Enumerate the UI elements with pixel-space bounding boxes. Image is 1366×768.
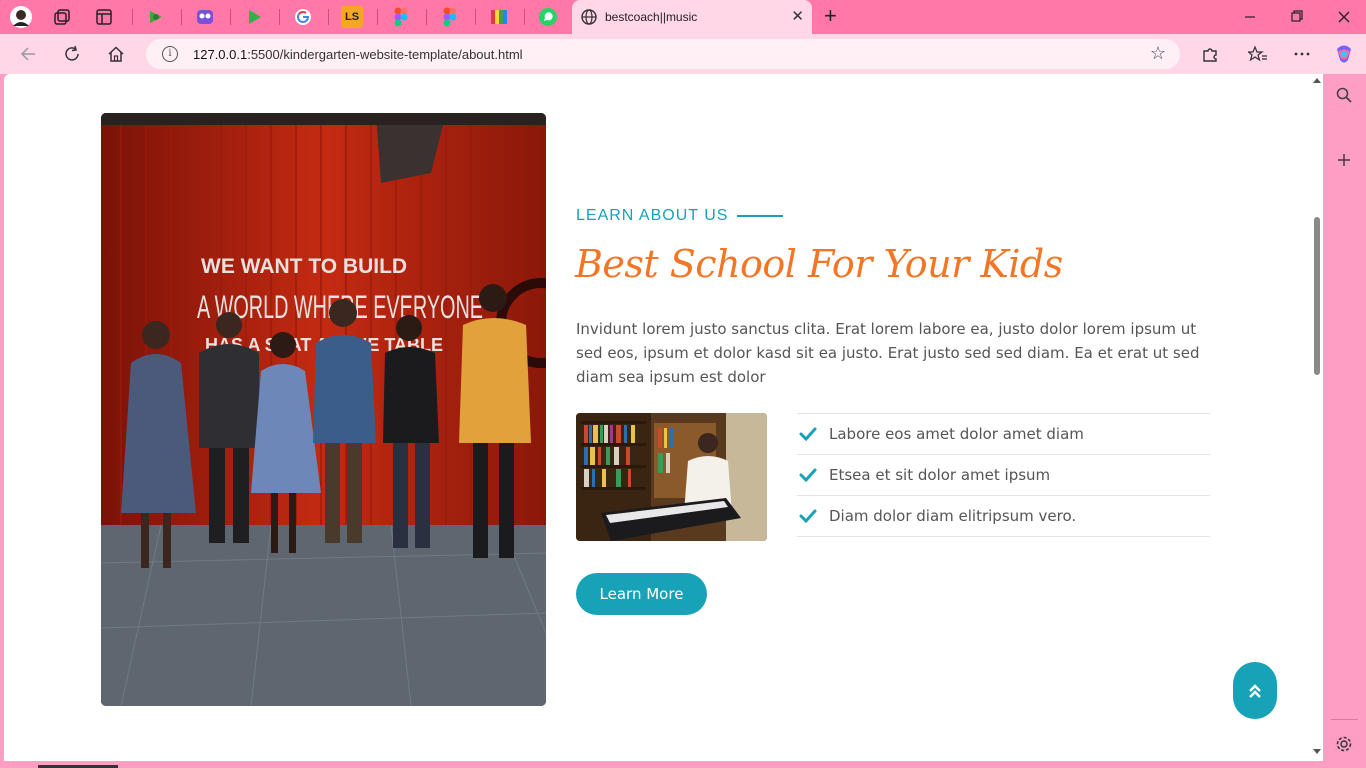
section-tag-text: LEARN ABOUT US [576, 207, 729, 224]
workspaces-icon[interactable] [51, 6, 73, 28]
section-tag-line [737, 215, 784, 217]
address-bar[interactable]: i 127.0.0.1:5500/kindergarten-website-te… [146, 39, 1180, 69]
page-scrollbar[interactable] [1310, 74, 1323, 761]
tab-separator [377, 9, 378, 25]
feature-checklist: Labore eos amet dolor amet diam Etsea et… [797, 413, 1210, 537]
list-item-text: Diam dolor diam elitripsum vero. [829, 507, 1077, 525]
more-options-icon[interactable] [1290, 42, 1314, 66]
favorites-icon[interactable] [1246, 42, 1270, 66]
piano-photo [576, 413, 767, 541]
stripes-icon[interactable] [488, 6, 510, 28]
tab-separator [426, 9, 427, 25]
minimize-icon[interactable] [1244, 8, 1256, 30]
close-tab-icon[interactable]: ✕ [791, 8, 804, 26]
double-chevron-up-icon [1249, 683, 1261, 698]
url-host: 127.0.0.1 [193, 47, 248, 62]
back-to-top-button[interactable] [1233, 662, 1277, 719]
tab-strip: LS bestcoach||music ✕ + [0, 0, 1366, 34]
home-icon[interactable] [104, 42, 128, 66]
check-icon [798, 424, 818, 444]
page-heading: Best School For Your Kids [575, 242, 1063, 286]
tab-title: bestcoach||music [605, 10, 698, 24]
edge-sidebar [1323, 74, 1366, 768]
new-tab-button[interactable]: + [824, 5, 837, 27]
search-icon[interactable] [1333, 84, 1355, 106]
wall-text-line-1: WE WANT TO BUILD [201, 255, 407, 278]
list-item: Etsea et sit dolor amet ipsum [797, 455, 1210, 496]
page-viewport: WE WANT TO BUILD A WORLD WHERE EVERYONE … [4, 74, 1323, 761]
restore-icon[interactable] [1290, 8, 1304, 30]
favorite-star-icon[interactable]: ☆ [1150, 43, 1166, 64]
ls-icon-label: LS [344, 11, 360, 23]
tab-separator [279, 9, 280, 25]
learn-more-button[interactable]: Learn More [576, 573, 707, 615]
tab-actions-icon[interactable] [93, 6, 115, 28]
about-description: Invidunt lorem justo sanctus clita. Erat… [576, 320, 1200, 386]
tab-separator [230, 9, 231, 25]
scroll-down-arrow-icon[interactable] [1313, 749, 1321, 754]
active-tab[interactable]: bestcoach||music ✕ [572, 0, 812, 34]
browser-toolbar: i 127.0.0.1:5500/kindergarten-website-te… [0, 34, 1366, 74]
list-item: Diam dolor diam elitripsum vero. [797, 496, 1210, 537]
tab-separator [475, 9, 476, 25]
scroll-thumb[interactable] [1314, 217, 1320, 375]
tab-separator [524, 9, 525, 25]
mask-icon[interactable] [194, 6, 216, 28]
whatsapp-icon[interactable] [537, 6, 559, 28]
scroll-up-arrow-icon[interactable] [1313, 78, 1321, 83]
sidebar-divider [1331, 719, 1358, 720]
check-icon [798, 506, 818, 526]
section-tag: LEARN ABOUT US [576, 207, 784, 225]
tab-separator [328, 9, 329, 25]
group-photo: WE WANT TO BUILD A WORLD WHERE EVERYONE … [101, 113, 546, 706]
refresh-icon[interactable] [60, 42, 84, 66]
globe-icon [580, 8, 598, 26]
back-icon[interactable] [16, 42, 40, 66]
profile-avatar-icon[interactable] [10, 6, 32, 28]
site-info-icon[interactable]: i [162, 46, 178, 62]
url-text[interactable]: 127.0.0.1:5500/kindergarten-website-temp… [193, 47, 523, 62]
check-icon [798, 465, 818, 485]
list-item: Labore eos amet dolor amet diam [797, 414, 1210, 455]
list-item-text: Etsea et sit dolor amet ipsum [829, 466, 1051, 484]
copilot-icon[interactable] [1332, 42, 1356, 66]
figma-icon[interactable] [439, 6, 461, 28]
play-icon[interactable] [243, 6, 265, 28]
tab-separator [181, 9, 182, 25]
green-arrow-icon[interactable] [145, 6, 167, 28]
tab-separator [132, 9, 133, 25]
google-icon[interactable] [292, 6, 314, 28]
extensions-icon[interactable] [1198, 42, 1222, 66]
list-item-text: Labore eos amet dolor amet diam [829, 425, 1084, 443]
figma-icon[interactable] [390, 6, 412, 28]
ls-icon[interactable]: LS [341, 6, 363, 28]
taskbar-edge [0, 761, 1366, 768]
add-sidebar-icon[interactable] [1333, 149, 1355, 171]
settings-gear-icon[interactable] [1333, 733, 1355, 755]
url-path: :5500/kindergarten-website-template/abou… [247, 47, 523, 62]
close-window-icon[interactable] [1337, 8, 1351, 30]
